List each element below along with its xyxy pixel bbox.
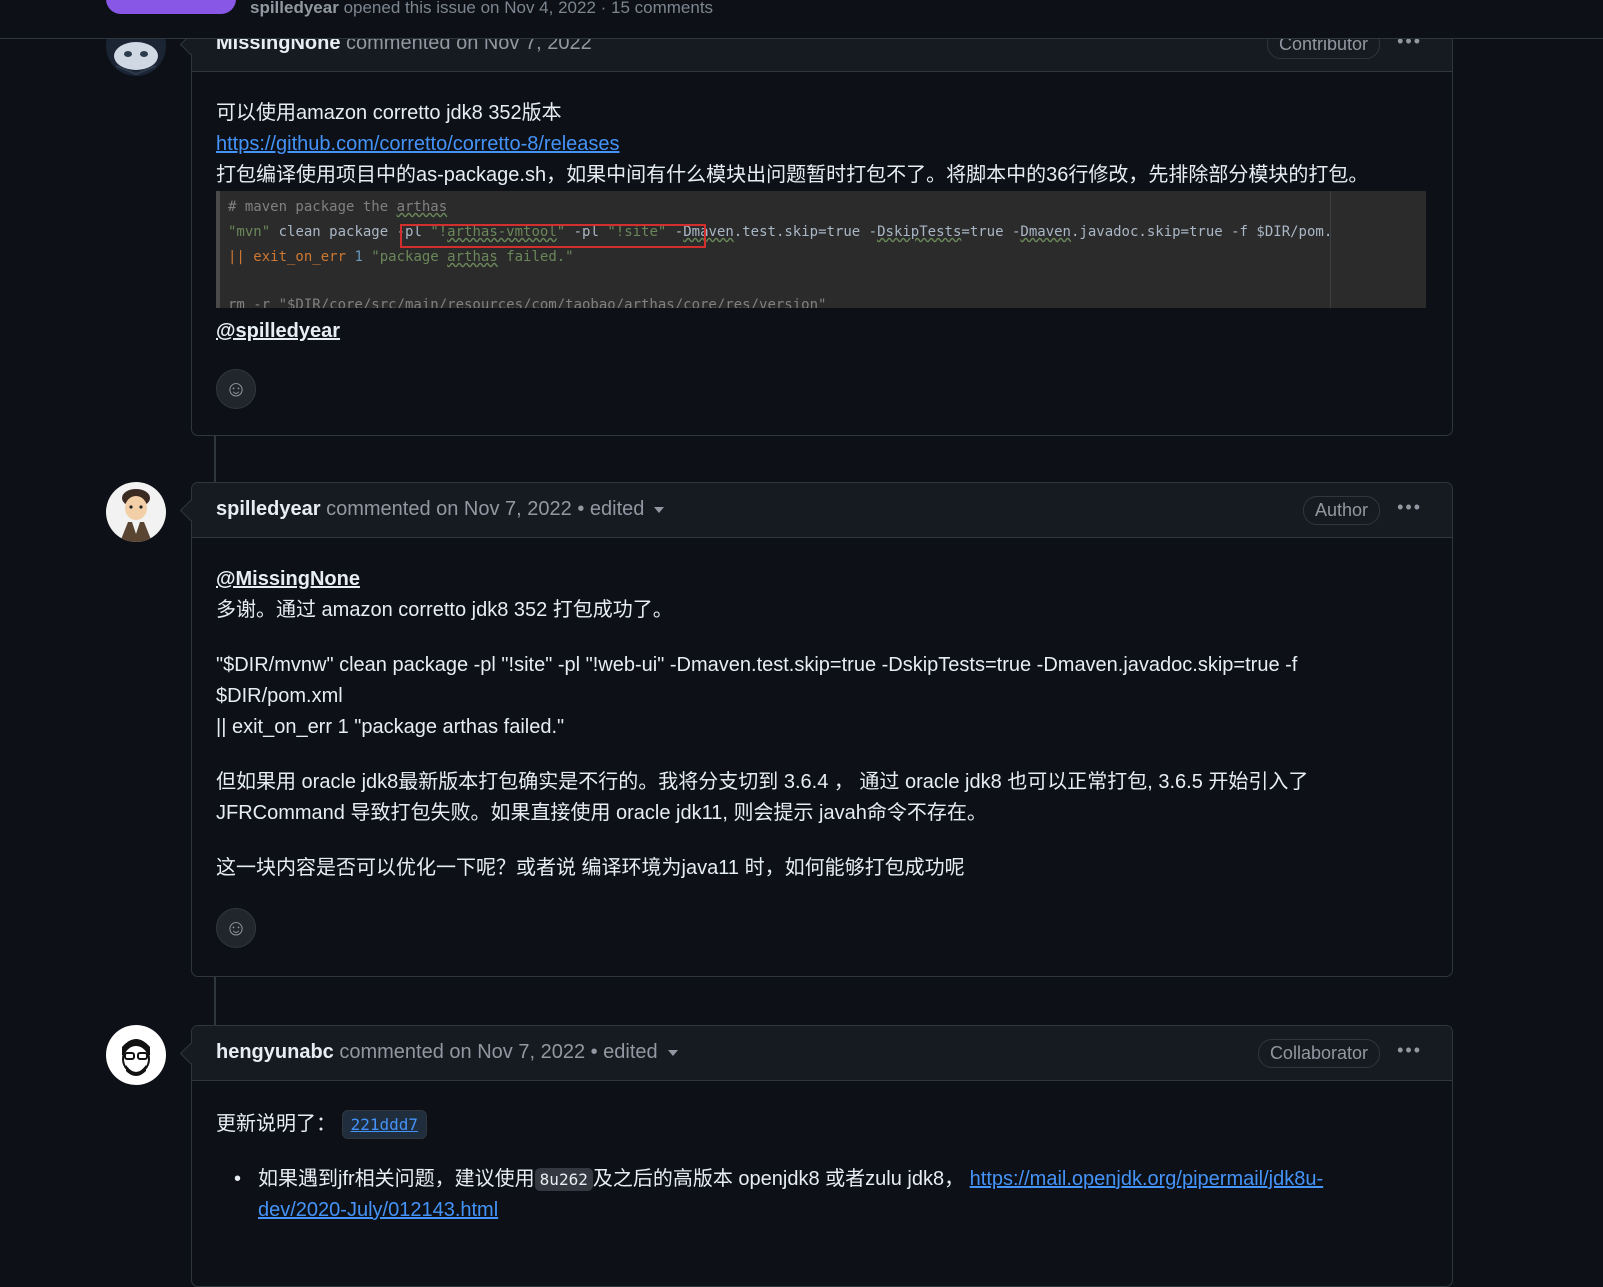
smiley-icon: ☺ — [224, 915, 248, 940]
timeline-connector — [214, 975, 216, 1025]
issue-author[interactable]: spilledyear — [250, 0, 339, 17]
highlight-box — [400, 224, 706, 248]
comment-author[interactable]: hengyunabc — [216, 1041, 334, 1063]
code-token: arthas — [447, 249, 498, 265]
comment-timestamp[interactable]: commented on Nov 7, 2022 • edited — [339, 1041, 657, 1063]
issue-meta: spilledyear opened this issue on Nov 4, … — [250, 0, 713, 18]
comment-body: 更新说明了： 221ddd7 • 如果遇到jfr相关问题，建议使用 8u262 及之… — [192, 1081, 1452, 1226]
comment-header: hengyunabc commented on Nov 7, 2022 • ed… — [192, 1026, 1452, 1081]
code-token: =true - — [961, 224, 1021, 240]
code-line: rm -r "$DIR/core/src/main/resources/com/… — [228, 297, 827, 308]
comment-author-line: hengyunabc commented on Nov 7, 2022 • ed… — [216, 1041, 678, 1064]
code-screenshot: # maven package the arthas "mvn" clean p… — [216, 191, 1426, 308]
comment-author[interactable]: spilledyear — [216, 498, 321, 520]
commit-sha-link[interactable]: 221ddd7 — [341, 1110, 427, 1139]
code-token: Dmaven — [1020, 224, 1071, 240]
sticky-issue-header: spilledyear opened this issue on Nov 4, … — [0, 0, 1603, 39]
comment-text: "$DIR/mvnw" clean package -pl "!site" -p… — [216, 654, 1298, 676]
code-line: "mvn" clean package -pl "!arthas-vmtool"… — [228, 224, 1332, 240]
code-token: clean package — [270, 224, 397, 240]
smiley-icon: ☺ — [224, 376, 248, 401]
list-item-text-part: 如果遇到jfr相关问题，建议使用 — [258, 1168, 535, 1190]
avatar-hengyunabc[interactable] — [106, 1025, 166, 1085]
corretto-releases-link[interactable]: https://github.com/corretto/corretto-8/r… — [216, 133, 620, 155]
openjdk-mail-link[interactable]: https://mail.openjdk.org/pipermail/jdk8u… — [970, 1168, 1324, 1190]
chevron-down-icon[interactable] — [654, 506, 665, 513]
comment-text: JFRCommand 导致打包失败。如果直接使用 oracle jdk11, 则… — [216, 802, 987, 824]
mention-link[interactable]: @MissingNone — [216, 568, 360, 590]
list-item-text-part: 及之后的高版本 openjdk8 或者zulu jdk8， — [592, 1168, 965, 1190]
code-token: .test.skip=true - — [733, 224, 878, 240]
chevron-down-icon[interactable] — [667, 1049, 678, 1056]
list-item-text: 如果遇到jfr相关问题，建议使用 8u262 及之后的高版本 openjdk8 或者… — [258, 1164, 1428, 1195]
add-reaction-button[interactable]: ☺ — [216, 369, 256, 409]
comment-text: 更新说明了： 221ddd7 — [216, 1109, 1428, 1140]
comment-text: 可以使用amazon corretto jdk8 352版本 — [216, 102, 562, 124]
update-intro: 更新说明了： — [216, 1113, 336, 1135]
comment-header: spilledyear commented on Nov 7, 2022 • e… — [192, 483, 1452, 538]
openjdk-mail-link-cont[interactable]: dev/2020-July/012143.html — [258, 1199, 498, 1221]
issue-state-badge — [106, 0, 236, 14]
comment-spilledyear: spilledyear commented on Nov 7, 2022 • e… — [179, 482, 1453, 977]
comment-text: || exit_on_err 1 "package arthas failed.… — [216, 716, 565, 738]
comment-timestamp[interactable]: commented on Nov 7, 2022 • edited — [326, 498, 644, 520]
comment-body: @MissingNone 多谢。通过 amazon corretto jdk8 … — [192, 538, 1452, 948]
mention-link[interactable]: @spilledyear — [216, 320, 340, 342]
author-badge: Author — [1302, 496, 1380, 525]
list-item: • 如果遇到jfr相关问题，建议使用 8u262 及之后的高版本 openjdk8 … — [216, 1164, 1428, 1226]
code-token: failed." — [497, 249, 574, 265]
issue-meta-text: opened this issue on Nov 4, 2022 · 15 co… — [343, 0, 714, 17]
comment-text: 但如果用 oracle jdk8最新版本打包确实是不行的。我将分支切到 3.6.… — [216, 771, 1309, 793]
code-line: || exit_on_err 1 "package arthas failed.… — [228, 249, 574, 265]
code-comment: # maven package the — [228, 199, 397, 215]
add-reaction-button[interactable]: ☺ — [216, 908, 256, 948]
code-comment-word: arthas — [396, 199, 448, 215]
comment-options-icon[interactable]: ••• — [1397, 1040, 1422, 1061]
inline-code: 8u262 — [534, 1168, 593, 1191]
comment-missingnone: MissingNone commented on Nov 7, 2022 Con… — [179, 16, 1453, 436]
comment-author-line: spilledyear commented on Nov 7, 2022 • e… — [216, 498, 665, 521]
code-token: "mvn" — [228, 224, 271, 240]
code-token: || exit_on_err — [228, 249, 355, 265]
bullet-icon: • — [234, 1168, 242, 1190]
comment-text: 打包编译使用项目中的as-package.sh，如果中间有什么模块出问题暂时打包… — [216, 164, 1369, 186]
avatar-spilledyear[interactable] — [106, 482, 166, 542]
code-token: .javadoc.skip=true -f $DIR/pom. — [1070, 224, 1333, 240]
comment-body: 可以使用amazon corretto jdk8 352版本 https://g… — [192, 72, 1452, 409]
comment-text: 多谢。通过 amazon corretto jdk8 352 打包成功了。 — [216, 599, 673, 621]
comment-text: $DIR/pom.xml — [216, 685, 343, 707]
comment-hengyunabc: hengyunabc commented on Nov 7, 2022 • ed… — [179, 1025, 1453, 1287]
code-token: DskipTests — [877, 224, 962, 240]
comment-options-icon[interactable]: ••• — [1397, 497, 1422, 518]
code-token: "package — [362, 249, 448, 265]
editor-margin-line — [1330, 191, 1331, 308]
code-line: # maven package the arthas — [228, 199, 447, 215]
comment-text: 这一块内容是否可以优化一下呢？或者说 编译环境为java11 时，如何能够打包成… — [216, 857, 965, 879]
collaborator-badge: Collaborator — [1257, 1039, 1380, 1068]
timeline-connector — [214, 434, 216, 484]
code-token: 1 — [354, 249, 363, 265]
